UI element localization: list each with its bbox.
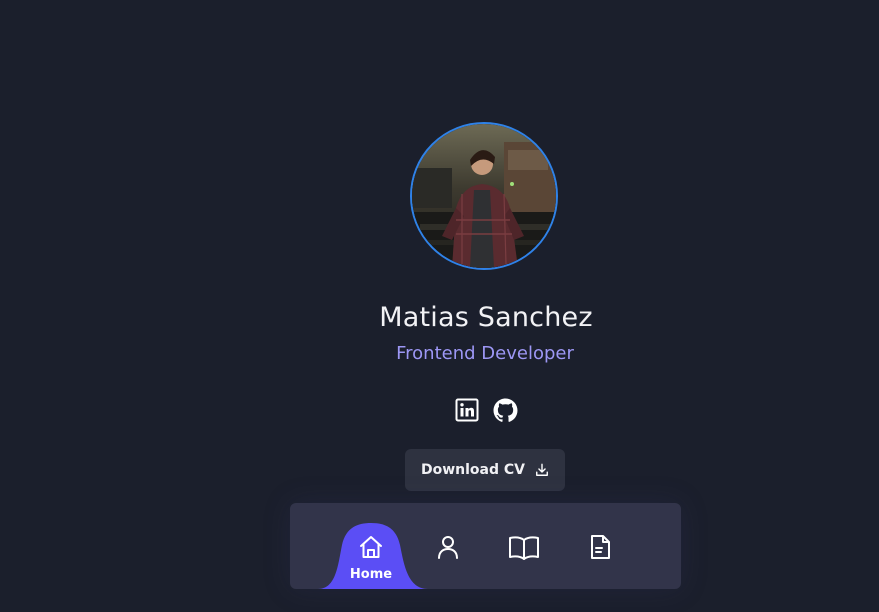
nav-label-home: Home — [349, 567, 393, 582]
bottom-navigation: Home — [290, 503, 681, 589]
profile-role: Frontend Developer — [396, 343, 574, 364]
nav-item-skills[interactable] — [494, 503, 554, 589]
home-icon — [360, 536, 382, 558]
github-link[interactable] — [492, 397, 518, 423]
linkedin-link[interactable] — [454, 397, 480, 423]
social-links — [454, 397, 518, 423]
avatar — [410, 122, 558, 270]
nav-item-about[interactable] — [418, 503, 478, 589]
download-icon — [536, 463, 548, 476]
download-cv-button[interactable]: Download CV — [405, 449, 565, 491]
profile-photo — [412, 124, 556, 268]
nav-item-cv[interactable] — [570, 503, 630, 589]
profile-name: Matias Sanchez — [379, 302, 593, 333]
book-icon — [509, 536, 539, 560]
document-icon — [591, 535, 610, 559]
github-icon — [493, 398, 517, 422]
nav-item-home[interactable]: Home — [341, 503, 401, 589]
linkedin-icon — [455, 398, 479, 422]
user-icon — [438, 536, 458, 559]
home-page: Matias Sanchez Frontend Developer Downlo… — [0, 0, 879, 612]
download-cv-label: Download CV — [420, 462, 525, 478]
